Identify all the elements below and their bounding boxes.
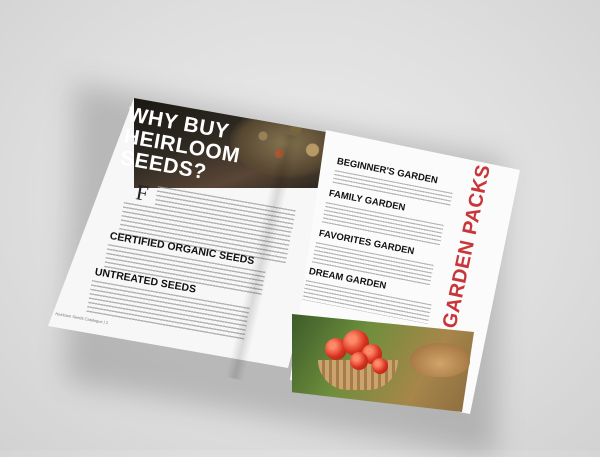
straw-hat-image	[410, 343, 470, 377]
tomato-image	[372, 358, 388, 374]
brochure-scene: WHY BUY HEIRLOOM SEEDS? F CERTIFIED ORGA…	[0, 0, 600, 457]
vertical-title: GARDEN PACKS	[438, 162, 494, 330]
tomato-image	[350, 352, 368, 370]
